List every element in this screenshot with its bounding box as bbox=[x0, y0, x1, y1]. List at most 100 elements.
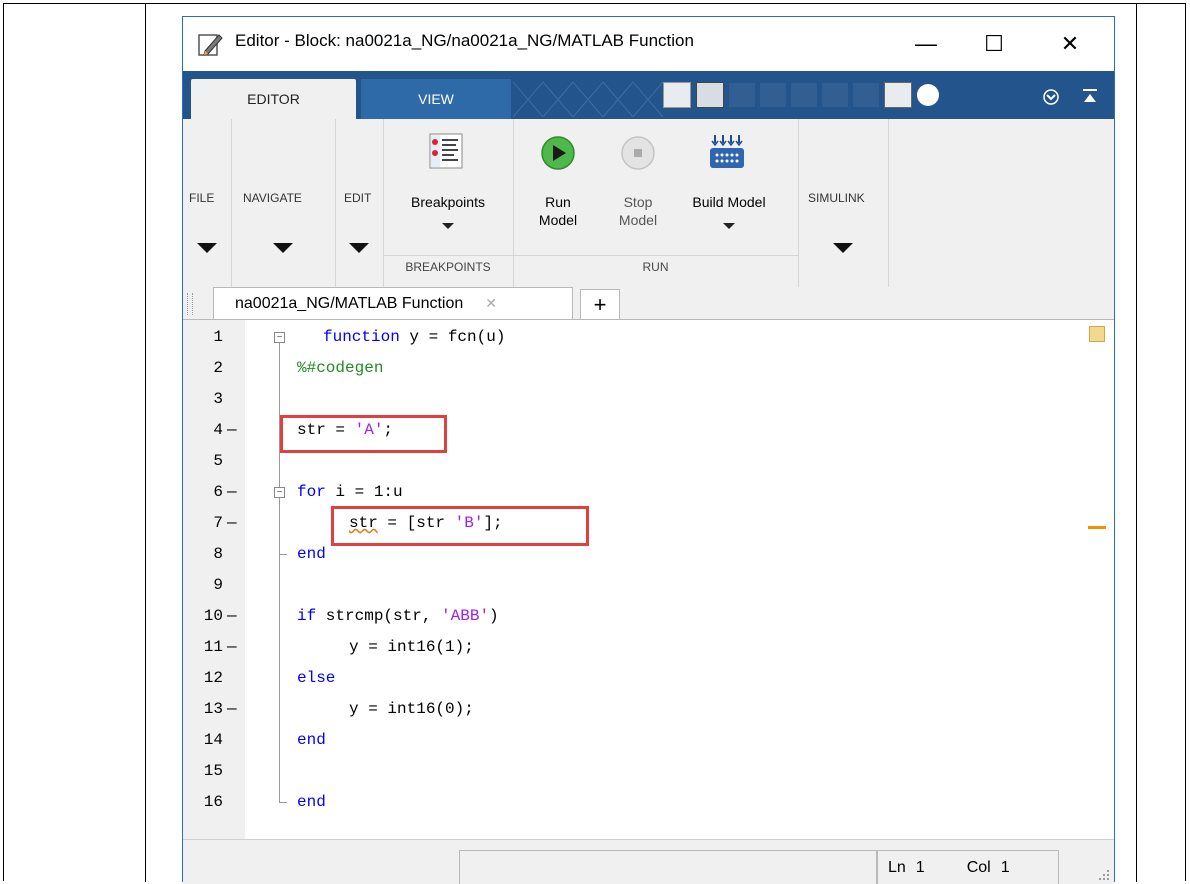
document-tab[interactable]: na0021a_NG/MATLAB Function ✕ bbox=[213, 287, 573, 319]
code-line-8: 8 end bbox=[183, 539, 1114, 570]
new-document-icon[interactable] bbox=[663, 82, 691, 108]
code-keyword: end bbox=[297, 545, 326, 563]
code-editor[interactable]: 1 function y = fcn(u) 2 %#codegen 3 4 — … bbox=[183, 319, 1114, 840]
code-keyword: end bbox=[297, 731, 326, 749]
warning-status-indicator[interactable] bbox=[1089, 326, 1105, 342]
run-model-button-line1[interactable]: Run bbox=[523, 193, 593, 211]
paste-icon[interactable] bbox=[791, 83, 817, 107]
code-line-15: 15 bbox=[183, 756, 1114, 787]
warning-scroll-marker[interactable] bbox=[1088, 526, 1106, 529]
code-keyword: function bbox=[323, 328, 400, 346]
window-title: Editor - Block: na0021a_NG/na0021a_NG/MA… bbox=[235, 31, 694, 50]
line-number: 8 bbox=[213, 545, 223, 563]
switch-windows-icon[interactable] bbox=[884, 82, 912, 108]
line-value: 1 bbox=[915, 858, 925, 876]
code-comment: %#codegen bbox=[297, 359, 384, 377]
editor-window: Editor - Block: na0021a_NG/na0021a_NG/MA… bbox=[182, 16, 1115, 884]
status-bar: Ln 1 Col 1 bbox=[183, 839, 1114, 884]
line-number: 7 bbox=[213, 514, 223, 532]
executable-marker: — bbox=[227, 700, 237, 718]
executable-marker: — bbox=[227, 421, 237, 439]
cut-icon[interactable] bbox=[729, 83, 755, 107]
breakpoints-button[interactable]: Breakpoints bbox=[393, 193, 503, 211]
code-text: y = fcn(u) bbox=[399, 328, 506, 346]
stop-model-button-line2[interactable]: Model bbox=[603, 211, 673, 229]
frame-divider-left bbox=[145, 3, 146, 882]
line-number: 2 bbox=[213, 359, 223, 377]
run-icon[interactable] bbox=[540, 135, 576, 171]
code-line-10: 10 — if strcmp(str, 'ABB') bbox=[183, 601, 1114, 632]
line-number: 5 bbox=[213, 452, 223, 470]
run-group-label: RUN bbox=[513, 255, 798, 278]
tab-view[interactable]: VIEW bbox=[361, 79, 511, 119]
executable-marker: — bbox=[227, 607, 237, 625]
quick-access-toolbar bbox=[663, 81, 944, 109]
navigate-section[interactable]: NAVIGATE bbox=[231, 119, 336, 287]
help-icon[interactable] bbox=[917, 84, 939, 106]
run-model-button-line2[interactable]: Model bbox=[523, 211, 593, 229]
status-message-area bbox=[459, 850, 877, 884]
tab-editor[interactable]: EDITOR bbox=[191, 79, 356, 119]
breakpoints-group-label: BREAKPOINTS bbox=[383, 255, 513, 278]
file-label: FILE bbox=[189, 191, 215, 205]
code-line-9: 9 bbox=[183, 570, 1114, 601]
build-model-icon[interactable] bbox=[707, 133, 747, 171]
breakpoints-dropdown-icon[interactable] bbox=[442, 223, 454, 229]
edit-dropdown-icon bbox=[349, 243, 369, 253]
executable-marker: — bbox=[227, 483, 237, 501]
column-label: Col bbox=[966, 858, 991, 876]
save-icon[interactable] bbox=[696, 82, 724, 108]
redo-icon[interactable] bbox=[853, 83, 879, 107]
code-text: i = 1:u bbox=[325, 483, 403, 501]
ribbon-options-icon[interactable] bbox=[1041, 87, 1061, 107]
fold-guide-line bbox=[279, 343, 280, 803]
line-number: 13 bbox=[203, 700, 223, 718]
fold-end-mark bbox=[279, 802, 287, 803]
column-value: 1 bbox=[1000, 858, 1010, 876]
ribbon-tab-bar: EDITOR VIEW bbox=[183, 71, 1114, 119]
copy-icon[interactable] bbox=[760, 83, 786, 107]
line-number: 10 bbox=[203, 607, 223, 625]
code-line-16: 16 end bbox=[183, 787, 1114, 818]
build-model-button[interactable]: Build Model bbox=[677, 193, 781, 211]
edit-section[interactable]: EDIT bbox=[335, 119, 384, 287]
fold-collapse-icon[interactable]: − bbox=[274, 332, 285, 343]
frame-divider-right bbox=[1136, 3, 1137, 882]
fold-collapse-icon[interactable]: − bbox=[274, 487, 285, 498]
file-section[interactable]: FILE bbox=[183, 119, 232, 287]
minimize-button[interactable]: — bbox=[903, 25, 949, 63]
minimize-ribbon-icon[interactable] bbox=[1081, 87, 1099, 105]
maximize-button[interactable]: ☐ bbox=[971, 25, 1017, 63]
tabstrip-grip bbox=[187, 293, 193, 315]
code-text: ) bbox=[489, 607, 499, 625]
navigate-label: NAVIGATE bbox=[243, 191, 302, 205]
stop-model-button-line1[interactable]: Stop bbox=[603, 193, 673, 211]
code-text: strcmp(str, bbox=[316, 607, 442, 625]
stop-icon[interactable] bbox=[620, 135, 656, 171]
close-button[interactable]: ✕ bbox=[1047, 25, 1093, 63]
breakpoints-section: Breakpoints BREAKPOINTS bbox=[383, 119, 514, 287]
simulink-label: SIMULINK bbox=[808, 191, 865, 205]
simulink-section[interactable]: SIMULINK bbox=[798, 119, 889, 287]
navigate-dropdown-icon bbox=[273, 243, 293, 253]
build-model-dropdown-icon[interactable] bbox=[723, 223, 735, 229]
code-line-6: 6 — for i = 1:u bbox=[183, 477, 1114, 508]
highlight-box-line-7 bbox=[331, 506, 589, 546]
resize-grip-icon[interactable] bbox=[1097, 868, 1111, 882]
document-tab-strip: na0021a_NG/MATLAB Function ✕ + bbox=[183, 287, 1114, 319]
simulink-dropdown-icon bbox=[833, 243, 853, 253]
new-tab-button[interactable]: + bbox=[580, 289, 620, 319]
undo-icon[interactable] bbox=[822, 83, 848, 107]
highlight-box-line-4 bbox=[280, 415, 447, 453]
tab-close-icon[interactable]: ✕ bbox=[485, 295, 497, 312]
line-number: 11 bbox=[203, 638, 223, 656]
code-text: y = int16(0); bbox=[349, 700, 474, 718]
code-keyword: end bbox=[297, 793, 326, 811]
ribbon-toolstrip: FILE NAVIGATE EDIT Breakpoints BREAKPOIN… bbox=[183, 119, 1114, 288]
code-line-14: 14 end bbox=[183, 725, 1114, 756]
executable-marker: — bbox=[227, 638, 237, 656]
ribbon-decoration bbox=[513, 81, 663, 117]
code-keyword: if bbox=[297, 607, 317, 625]
document-tab-label: na0021a_NG/MATLAB Function bbox=[235, 294, 464, 312]
line-number: 9 bbox=[213, 576, 223, 594]
